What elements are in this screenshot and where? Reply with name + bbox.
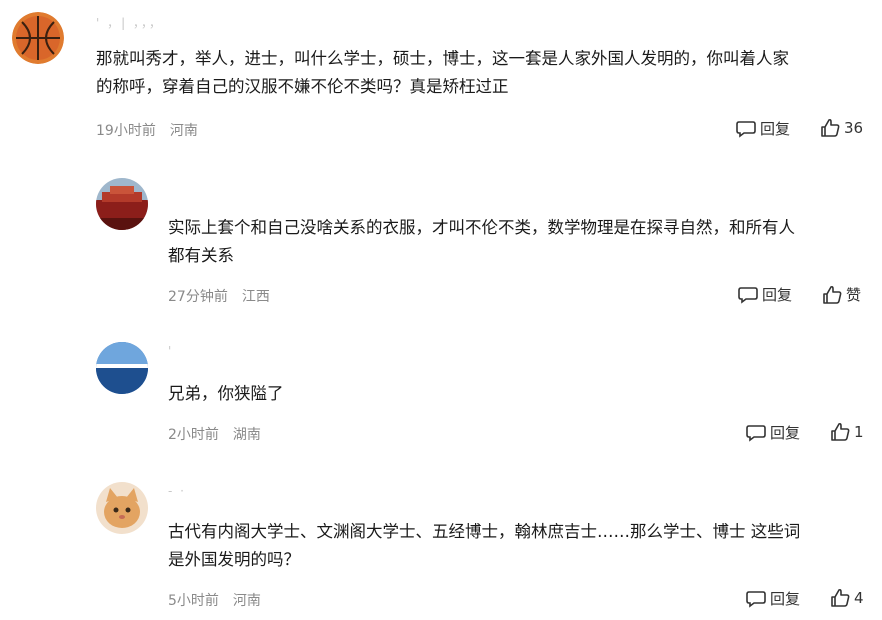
comment-bubble-icon: [746, 424, 766, 442]
timestamp: 2小时前: [168, 427, 219, 443]
comment-text: 古代有内阁大学士、文渊阁大学士、五经博士，翰林庶吉士……那么学士、博士 这些词 …: [168, 518, 800, 574]
reply-button[interactable]: 回复: [736, 118, 790, 139]
like-label: 赞: [846, 286, 862, 304]
comment-text-line: 是外国发明的吗？: [168, 550, 300, 569]
location: 河南: [232, 593, 261, 609]
comment-bubble-icon: [738, 286, 758, 304]
comment-text-line: 兄弟，你狭隘了: [168, 384, 284, 403]
comment-text: 实际上套个和自己没啥关系的衣服，才叫不伦不类，数学物理是在探寻自然，和所有人 都…: [168, 214, 795, 270]
reply-label: 回复: [770, 424, 801, 442]
like-button[interactable]: 1: [830, 422, 864, 442]
comment-text-line: 都有关系: [168, 246, 234, 265]
reply-label: 回复: [762, 286, 793, 304]
timestamp: 19小时前: [96, 123, 156, 139]
username[interactable]: ': [168, 344, 173, 358]
reply-label: 回复: [760, 120, 791, 138]
avatar[interactable]: [96, 482, 148, 534]
thumbs-up-icon: [831, 422, 850, 441]
like-count: 36: [844, 119, 864, 137]
like-count: 1: [854, 423, 864, 441]
comment-item: ' 兄弟，你狭隘了 2小时前 湖南 回复 1: [0, 330, 882, 460]
comment-text-line: 那就叫秀才，举人，进士，叫什么学士，硕士，博士，这一套是人家外国人发明的，你叫着…: [96, 49, 789, 68]
comment-text: 那就叫秀才，举人，进士，叫什么学士，硕士，博士，这一套是人家外国人发明的，你叫着…: [96, 45, 789, 101]
avatar[interactable]: [12, 12, 64, 64]
red-landscape-icon: [96, 178, 148, 230]
avatar[interactable]: [96, 178, 148, 230]
like-button[interactable]: 4: [830, 588, 864, 608]
comment-item: ' ，| ，，， 那就叫秀才，举人，进士，叫什么学士，硕士，博士，这一套是人家外…: [0, 0, 882, 160]
username[interactable]: ' ，| ，，，: [96, 14, 163, 31]
cat-icon: [96, 482, 148, 534]
location: 湖南: [232, 427, 261, 443]
basketball-icon: [12, 12, 64, 64]
thumbs-up-icon: [831, 588, 850, 607]
comment-meta: 5小时前 河南: [168, 590, 261, 610]
comment-meta: 2小时前 湖南: [168, 424, 261, 444]
location: 河南: [169, 123, 198, 139]
thumbs-up-icon: [821, 118, 840, 137]
like-count: 4: [854, 589, 864, 607]
username[interactable]: - ·: [168, 484, 186, 498]
reply-label: 回复: [770, 590, 801, 608]
avatar[interactable]: [96, 342, 148, 394]
timestamp: 5小时前: [168, 593, 219, 609]
comment-text-line: 古代有内阁大学士、文渊阁大学士、五经博士，翰林庶吉士……那么学士、博士 这些词: [168, 522, 801, 541]
comment-text-line: 实际上套个和自己没啥关系的衣服，才叫不伦不类，数学物理是在探寻自然，和所有人: [168, 218, 795, 237]
timestamp: 27分钟前: [168, 289, 228, 305]
comment-text-line: 的称呼，穿着自己的汉服不嫌不伦不类吗？真是矫枉过正: [96, 77, 509, 96]
reply-button[interactable]: 回复: [746, 422, 800, 443]
sea-horizon-icon: [96, 342, 148, 394]
thumbs-up-icon: [823, 285, 842, 304]
reply-button[interactable]: 回复: [738, 284, 792, 305]
comment-bubble-icon: [736, 120, 756, 138]
comment-item: - · 古代有内阁大学士、文渊阁大学士、五经博士，翰林庶吉士……那么学士、博士 …: [0, 470, 882, 620]
like-button[interactable]: 赞: [822, 284, 861, 305]
comment-meta: 19小时前 河南: [96, 120, 198, 140]
comment-item: 实际上套个和自己没啥关系的衣服，才叫不伦不类，数学物理是在探寻自然，和所有人 都…: [0, 170, 882, 320]
comment-text: 兄弟，你狭隘了: [168, 380, 284, 408]
comment-bubble-icon: [746, 590, 766, 608]
reply-button[interactable]: 回复: [746, 588, 800, 609]
location: 江西: [241, 289, 270, 305]
comment-meta: 27分钟前 江西: [168, 286, 270, 306]
like-button[interactable]: 36: [820, 118, 863, 138]
